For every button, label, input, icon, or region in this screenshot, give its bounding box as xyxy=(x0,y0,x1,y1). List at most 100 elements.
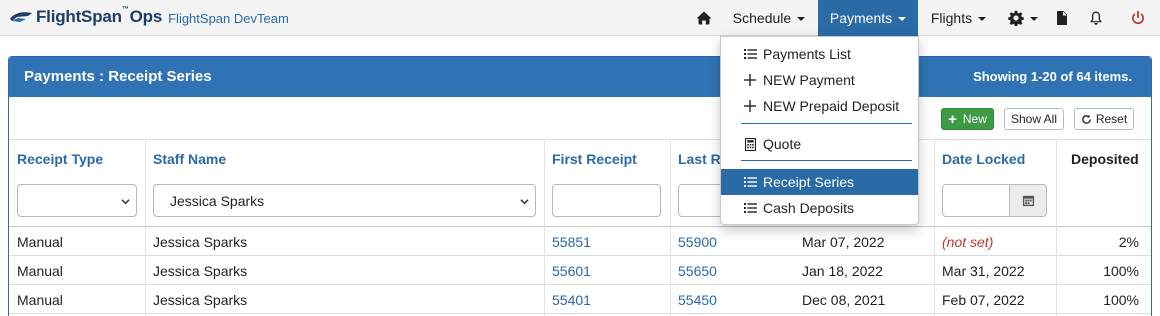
cell-last-receipt-link[interactable]: 55900 xyxy=(678,234,717,250)
chevron-down-icon xyxy=(1030,17,1038,21)
menu-item-label: NEW Payment xyxy=(763,72,855,88)
chevron-down-icon xyxy=(797,17,806,21)
nav-flights-label: Flights xyxy=(930,10,973,26)
staff-name-filter-value: Jessica Sparks xyxy=(170,192,265,209)
list-icon xyxy=(743,201,757,215)
table-divider xyxy=(9,284,1151,285)
cell-date-locked: Feb 07, 2022 xyxy=(942,292,1025,308)
brand-name: FlightSpan™Ops xyxy=(36,6,163,26)
menu-item-label: Receipt Series xyxy=(763,174,855,190)
column-divider xyxy=(934,139,935,316)
receipt-type-filter[interactable] xyxy=(17,184,137,217)
cell-last-receipt-link[interactable]: 55450 xyxy=(678,292,717,308)
plus-icon xyxy=(743,73,757,87)
reset-label: Reset xyxy=(1095,112,1128,126)
menu-item-receipt-series[interactable]: Receipt Series xyxy=(721,169,918,195)
column-divider xyxy=(1056,139,1057,316)
date-locked-calendar-button[interactable] xyxy=(1009,184,1047,217)
staff-name-filter[interactable]: Jessica Sparks xyxy=(153,184,536,217)
cell-last-receipt-link[interactable]: 55650 xyxy=(678,263,717,279)
nav-documents[interactable] xyxy=(1047,0,1077,36)
menu-item-label: NEW Prepaid Deposit xyxy=(763,98,900,114)
cell-first-receipt-link[interactable]: 55401 xyxy=(552,292,591,308)
list-icon xyxy=(743,175,757,189)
table-divider xyxy=(9,139,1151,140)
column-header-first-receipt[interactable]: First Receipt xyxy=(552,151,637,167)
document-icon xyxy=(1057,11,1067,25)
brand-team: FlightSpan DevTeam xyxy=(168,10,289,26)
cell-receipt-type: Manual xyxy=(17,292,63,308)
gear-icon xyxy=(1008,10,1024,26)
page-title: Payments : Receipt Series xyxy=(24,68,212,85)
nav-power[interactable] xyxy=(1115,0,1160,36)
menu-item-label: Payments List xyxy=(763,46,851,62)
cell-staff-name: Jessica Sparks xyxy=(153,234,248,250)
table-divider xyxy=(9,255,1151,256)
calendar-icon xyxy=(1022,195,1034,207)
home-icon xyxy=(696,11,712,25)
chevron-down-icon xyxy=(520,199,529,205)
menu-item-payments-list[interactable]: Payments List xyxy=(721,41,918,67)
power-icon xyxy=(1131,11,1144,25)
brand[interactable]: FlightSpan™Ops FlightSpan DevTeam xyxy=(8,6,289,27)
first-receipt-filter[interactable] xyxy=(552,184,661,217)
cell-staff-name: Jessica Sparks xyxy=(153,263,248,279)
nav-alerts[interactable] xyxy=(1077,0,1115,36)
payments-dropdown-menu: Payments List NEW Payment NEW Prepaid De… xyxy=(720,36,919,225)
calculator-icon xyxy=(743,137,757,151)
nav-schedule-label: Schedule xyxy=(732,10,792,26)
plus-icon: + xyxy=(948,110,957,128)
nav-flights[interactable]: Flights xyxy=(918,0,999,36)
new-button[interactable]: + New xyxy=(941,108,994,130)
date-locked-filter[interactable] xyxy=(942,184,1010,217)
menu-item-quote[interactable]: Quote xyxy=(721,131,918,157)
column-divider xyxy=(145,139,146,316)
column-header-deposited: Deposited xyxy=(1071,151,1139,167)
pagination-summary: Showing 1-20 of 64 items. xyxy=(973,69,1132,84)
column-divider xyxy=(670,139,671,316)
cell-date-created: Dec 08, 2021 xyxy=(802,292,886,308)
cell-date-locked: Mar 31, 2022 xyxy=(942,263,1025,279)
nav-home[interactable] xyxy=(688,0,720,36)
panel-header: Payments : Receipt Series Showing 1-20 o… xyxy=(9,57,1151,97)
cell-receipt-type: Manual xyxy=(17,234,63,250)
cell-deposited: 100% xyxy=(1103,292,1139,308)
bell-icon xyxy=(1090,11,1102,25)
reset-button[interactable]: Reset xyxy=(1074,108,1134,130)
nav-payments[interactable]: Payments xyxy=(818,0,918,36)
menu-item-label: Cash Deposits xyxy=(763,200,855,216)
column-header-receipt-type[interactable]: Receipt Type xyxy=(17,151,103,167)
cell-deposited: 2% xyxy=(1118,234,1139,250)
new-button-label: New xyxy=(962,112,987,126)
plus-icon xyxy=(743,99,757,113)
table-divider xyxy=(9,313,1151,314)
chevron-down-icon xyxy=(978,17,987,21)
cell-staff-name: Jessica Sparks xyxy=(153,292,248,308)
column-header-date-locked[interactable]: Date Locked xyxy=(942,151,1025,167)
nav-settings[interactable] xyxy=(999,0,1047,36)
table-divider xyxy=(9,226,1151,227)
column-header-last-receipt[interactable]: Last R xyxy=(678,151,721,167)
last-receipt-filter[interactable] xyxy=(678,184,726,217)
chevron-down-icon xyxy=(898,17,907,21)
nav-payments-label: Payments xyxy=(829,10,893,26)
show-all-button[interactable]: Show All xyxy=(1004,108,1064,130)
cell-first-receipt-link[interactable]: 55851 xyxy=(552,234,591,250)
list-icon xyxy=(743,47,757,61)
column-header-staff-name[interactable]: Staff Name xyxy=(153,151,226,167)
show-all-label: Show All xyxy=(1010,112,1058,126)
menu-divider xyxy=(741,123,912,124)
cell-deposited: 100% xyxy=(1103,263,1139,279)
cell-date-locked: (not set) xyxy=(942,234,994,250)
menu-item-cash-deposits[interactable]: Cash Deposits xyxy=(721,195,918,221)
chevron-down-icon xyxy=(121,199,130,205)
top-navbar: FlightSpan™Ops FlightSpan DevTeam Schedu… xyxy=(0,0,1160,36)
menu-item-label: Quote xyxy=(763,136,802,152)
menu-item-new-prepaid-deposit[interactable]: NEW Prepaid Deposit xyxy=(721,93,918,119)
nav-schedule[interactable]: Schedule xyxy=(720,0,818,36)
menu-item-new-payment[interactable]: NEW Payment xyxy=(721,67,918,93)
menu-divider xyxy=(741,160,912,161)
cell-first-receipt-link[interactable]: 55601 xyxy=(552,263,591,279)
refresh-icon xyxy=(1082,114,1091,124)
column-divider xyxy=(544,139,545,316)
